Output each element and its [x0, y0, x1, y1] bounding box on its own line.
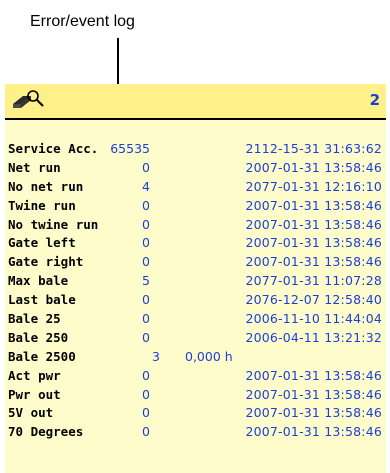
- row-count: 5: [142, 273, 150, 289]
- row-label: Service Acc.: [8, 141, 99, 156]
- row-label: Bale 2500: [8, 348, 76, 364]
- log-row-bale-2500[interactable]: Bale 2500 3 0,000 h: [5, 348, 386, 367]
- row-count: 0: [142, 329, 150, 345]
- row-count: 0: [142, 292, 150, 308]
- row-count: 4: [142, 178, 150, 194]
- row-count: 3: [152, 348, 160, 364]
- log-row-act-pwr[interactable]: Act pwr 0 2007-01-31 13:58:46: [5, 367, 386, 386]
- row-count: 65535: [110, 141, 150, 156]
- event-log-list: Service Acc. 65535 2112-15-31 31:63:62 N…: [5, 140, 386, 442]
- log-row-bale-25[interactable]: Bale 25 0 2006-11-10 11:44:04: [5, 310, 386, 329]
- row-datetime: 2007-01-31 13:58:46: [245, 159, 382, 175]
- row-datetime: 2007-01-31 13:58:46: [245, 367, 382, 383]
- row-label: No twine run: [8, 216, 99, 232]
- row-count: 0: [142, 311, 150, 327]
- row-datetime: 2076-12-07 12:58:40: [245, 292, 382, 308]
- row-label: Gate right: [8, 254, 84, 270]
- row-label: Last bale: [8, 292, 76, 308]
- row-label: Max bale: [8, 273, 69, 289]
- eraser-search-icon[interactable]: [11, 89, 45, 111]
- row-count: 0: [142, 216, 150, 232]
- log-row-pwr-out[interactable]: Pwr out 0 2007-01-31 13:58:46: [5, 386, 386, 405]
- row-count: 0: [142, 386, 150, 402]
- row-count: 0: [142, 367, 150, 383]
- row-datetime: 2007-01-31 13:58:46: [245, 405, 382, 421]
- log-row-service-acc[interactable]: Service Acc. 65535 2112-15-31 31:63:62: [5, 140, 386, 159]
- row-count: 0: [142, 159, 150, 175]
- page-number: 2: [369, 91, 380, 109]
- row-datetime: 2007-01-31 13:58:46: [245, 216, 382, 232]
- row-label: Bale 25: [8, 311, 61, 327]
- row-count: 0: [142, 424, 150, 440]
- row-label: 5V out: [8, 405, 54, 421]
- row-datetime: 2077-01-31 11:07:28: [245, 273, 382, 289]
- row-datetime: 2007-01-31 13:58:46: [245, 197, 382, 213]
- callout-label: Error/event log: [30, 13, 135, 30]
- row-label: Bale 250: [8, 329, 69, 345]
- row-hours: 0,000 h: [185, 348, 233, 364]
- row-label: Act pwr: [8, 367, 61, 383]
- row-datetime: 2006-11-10 11:44:04: [245, 311, 382, 327]
- row-count: 0: [142, 235, 150, 251]
- header-divider: [5, 118, 386, 120]
- row-label: Net run: [8, 159, 61, 175]
- row-count: 0: [142, 254, 150, 270]
- row-label: Twine run: [8, 197, 76, 213]
- log-row-gate-right[interactable]: Gate right 0 2007-01-31 13:58:46: [5, 253, 386, 272]
- row-datetime: 2007-01-31 13:58:46: [245, 235, 382, 251]
- row-datetime: 2007-01-31 13:58:46: [245, 254, 382, 270]
- log-row-70-degrees[interactable]: 70 Degrees 0 2007-01-31 13:58:46: [5, 423, 386, 442]
- log-row-last-bale[interactable]: Last bale 0 2076-12-07 12:58:40: [5, 291, 386, 310]
- row-label: Gate left: [8, 235, 76, 251]
- log-row-net-run[interactable]: Net run 0 2007-01-31 13:58:46: [5, 159, 386, 178]
- log-row-no-net-run[interactable]: No net run 4 2077-01-31 12:16:10: [5, 178, 386, 197]
- terminal-screen: 2 Service Acc. 65535 2112-15-31 31:63:62…: [5, 84, 386, 473]
- row-label: Pwr out: [8, 386, 61, 402]
- log-row-no-twine-run[interactable]: No twine run 0 2007-01-31 13:58:46: [5, 216, 386, 235]
- row-datetime: 2007-01-31 13:58:46: [245, 424, 382, 440]
- log-row-max-bale[interactable]: Max bale 5 2077-01-31 11:07:28: [5, 272, 386, 291]
- log-row-5v-out[interactable]: 5V out 0 2007-01-31 13:58:46: [5, 404, 386, 423]
- log-row-bale-250[interactable]: Bale 250 0 2006-04-11 13:21:32: [5, 329, 386, 348]
- row-datetime: 2007-01-31 13:58:46: [245, 386, 382, 402]
- log-row-gate-left[interactable]: Gate left 0 2007-01-31 13:58:46: [5, 234, 386, 253]
- row-datetime: 2077-01-31 12:16:10: [245, 178, 382, 194]
- row-datetime: 2006-04-11 13:21:32: [245, 329, 382, 345]
- row-label: No net run: [8, 178, 84, 194]
- row-count: 0: [142, 405, 150, 421]
- row-label: 70 Degrees: [8, 424, 84, 440]
- log-row-twine-run[interactable]: Twine run 0 2007-01-31 13:58:46: [5, 197, 386, 216]
- row-count: 0: [142, 197, 150, 213]
- row-datetime: 2112-15-31 31:63:62: [245, 141, 382, 156]
- screen-header: 2: [5, 84, 386, 118]
